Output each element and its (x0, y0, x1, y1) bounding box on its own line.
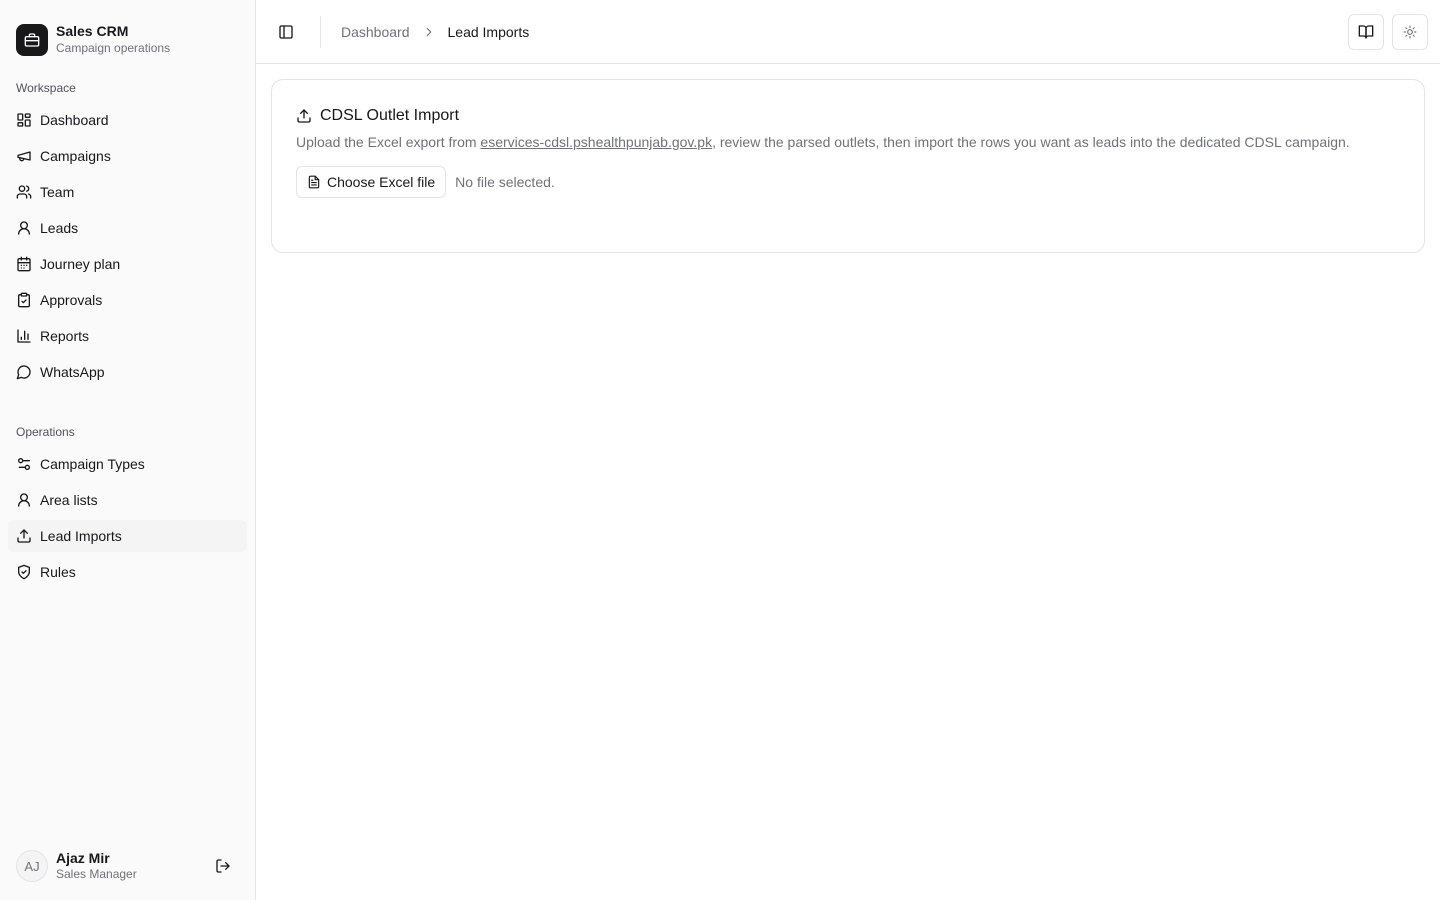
sidebar-item-rules[interactable]: Rules (8, 556, 247, 588)
sun-icon (1403, 25, 1417, 39)
chevron-right-icon (422, 25, 436, 39)
workspace-group-label: Workspace (16, 81, 76, 95)
book-open-icon (1358, 24, 1374, 40)
upload-icon (16, 528, 32, 544)
choose-excel-file-button[interactable]: Choose Excel file (296, 166, 447, 198)
sliders-icon (16, 456, 32, 472)
operations-nav: Campaign Types Area lists Lead Imports R… (0, 440, 255, 592)
sidebar: Sales CRM Campaign operations Workspace … (0, 0, 256, 900)
file-picker: Choose Excel file No file selected. (296, 166, 1400, 198)
sidebar-item-reports[interactable]: Reports (8, 320, 247, 352)
import-card: CDSL Outlet Import Upload the Excel expo… (271, 79, 1425, 253)
description-text: Upload the Excel export from (296, 134, 481, 150)
logout-button[interactable] (207, 850, 239, 882)
workspace-nav: Dashboard Campaigns Team Leads Journey p… (0, 96, 255, 392)
sidebar-item-dashboard[interactable]: Dashboard (8, 104, 247, 136)
breadcrumb-dashboard[interactable]: Dashboard (341, 24, 410, 40)
divider (320, 15, 321, 48)
sidebar-item-team[interactable]: Team (8, 176, 247, 208)
shield-check-icon (16, 564, 32, 580)
sidebar-item-label: Dashboard (40, 112, 109, 128)
sidebar-item-campaigns[interactable]: Campaigns (8, 140, 247, 172)
sidebar-item-label: Leads (40, 220, 79, 236)
users-icon (16, 184, 32, 200)
sidebar-item-label: Approvals (40, 292, 103, 308)
brand-name: Sales CRM (56, 23, 129, 40)
theme-toggle-button[interactable] (1392, 13, 1428, 50)
user-icon (16, 220, 32, 236)
logout-icon (215, 858, 231, 874)
docs-button[interactable] (1348, 13, 1384, 50)
sidebar-item-lead-imports[interactable]: Lead Imports (8, 520, 247, 552)
avatar[interactable]: AJ (16, 850, 48, 882)
cdsl-portal-link[interactable]: eservices-cdsl.pshealthpunjab.gov.pk (480, 134, 712, 150)
bar-chart-icon (16, 328, 32, 344)
sidebar-item-journey-plan[interactable]: Journey plan (8, 248, 247, 280)
calendar-icon (16, 256, 32, 272)
breadcrumb-current: Lead Imports (447, 23, 530, 40)
sidebar-item-label: Campaign Types (40, 456, 145, 472)
sidebar-item-label: Rules (40, 564, 76, 580)
card-description: Upload the Excel export from eservices-c… (296, 132, 1376, 152)
card-title: CDSL Outlet Import (296, 104, 1400, 128)
choose-file-label: Choose Excel file (327, 174, 436, 190)
user-role: Sales Manager (56, 867, 137, 882)
sidebar-item-leads[interactable]: Leads (8, 212, 247, 244)
main-area: Dashboard Lead Imports CDSL Outlet Impor… (256, 0, 1440, 900)
sidebar-item-whatsapp[interactable]: WhatsApp (8, 356, 247, 388)
brand-subtitle: Campaign operations (56, 41, 171, 56)
panel-left-icon (278, 24, 294, 40)
sidebar-item-label: Journey plan (40, 256, 121, 272)
message-circle-icon (16, 364, 32, 380)
breadcrumb: Dashboard Lead Imports (341, 24, 529, 40)
sidebar-item-label: Reports (40, 328, 90, 344)
brand[interactable]: Sales CRM Campaign operations (0, 0, 255, 64)
operations-group-label: Operations (16, 425, 75, 439)
description-text: , review the parsed outlets, then import… (712, 134, 1350, 150)
dashboard-icon (16, 112, 32, 128)
briefcase-icon (16, 23, 48, 56)
topbar: Dashboard Lead Imports (256, 0, 1440, 64)
clipboard-check-icon (16, 292, 32, 308)
sidebar-item-label: Campaigns (40, 148, 111, 164)
sidebar-item-label: Area lists (40, 492, 98, 508)
user-name: Ajaz Mir (56, 850, 110, 867)
megaphone-icon (16, 148, 32, 164)
page-content: CDSL Outlet Import Upload the Excel expo… (256, 64, 1440, 253)
card-title-text: CDSL Outlet Import (320, 107, 460, 124)
upload-icon (296, 108, 312, 124)
sidebar-item-label: Lead Imports (40, 528, 122, 544)
sidebar-item-label: Team (40, 184, 75, 200)
sidebar-item-campaign-types[interactable]: Campaign Types (8, 448, 247, 480)
file-spreadsheet-icon (307, 175, 321, 189)
user-profile: AJ Ajaz Mir Sales Manager (0, 832, 255, 900)
sidebar-item-label: WhatsApp (40, 364, 105, 380)
sidebar-item-approvals[interactable]: Approvals (8, 284, 247, 316)
sidebar-item-area-lists[interactable]: Area lists (8, 484, 247, 516)
sidebar-toggle-button[interactable] (272, 18, 300, 46)
file-status: No file selected. (455, 174, 555, 190)
user-pin-icon (16, 492, 32, 508)
